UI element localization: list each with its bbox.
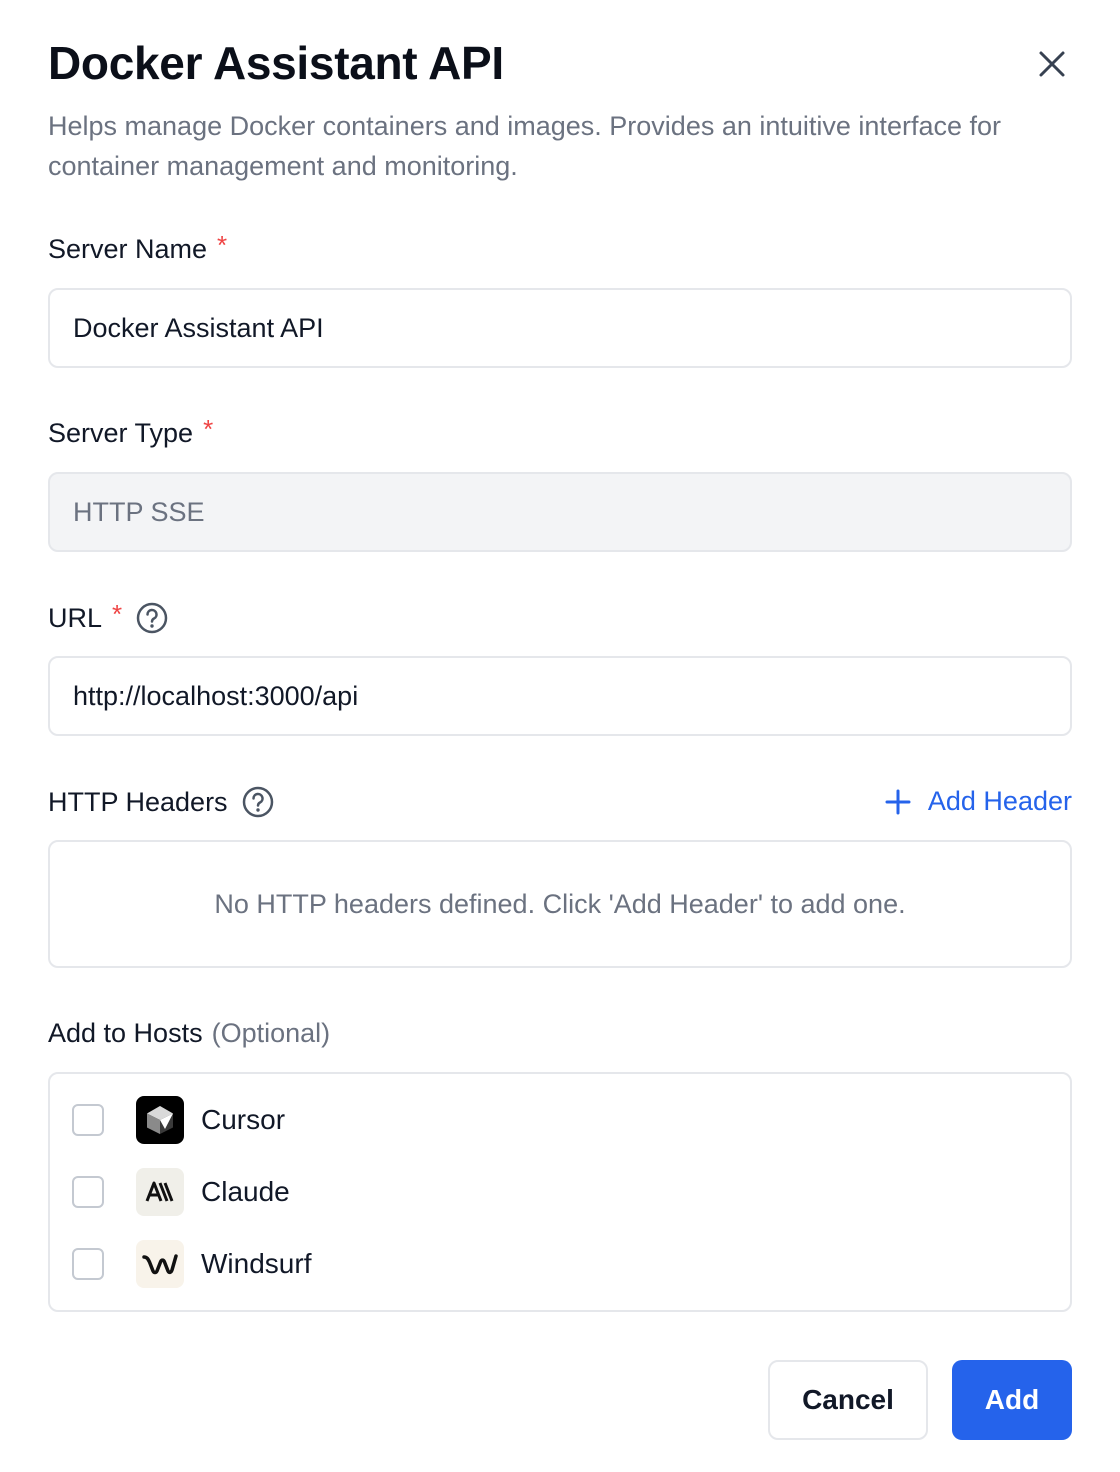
host-name-windsurf: Windsurf: [201, 1248, 312, 1279]
claude-icon: [136, 1168, 184, 1216]
host-name-cursor: Cursor: [201, 1104, 286, 1135]
dialog-description: Helps manage Docker containers and image…: [48, 111, 1001, 181]
server-name-label-group: Server Name *: [48, 230, 227, 265]
server-type-value: HTTP SSE: [73, 496, 205, 527]
add-button[interactable]: Add: [952, 1360, 1072, 1440]
server-type-field: HTTP SSE: [48, 472, 1072, 552]
url-label-group: URL *: [48, 598, 168, 634]
add-header-label: Add Header: [927, 786, 1072, 816]
help-icon[interactable]: [242, 786, 274, 818]
add-server-dialog: Docker Assistant API Helps manage Docker…: [0, 0, 1120, 1472]
required-marker: *: [203, 414, 214, 444]
hosts-list: Cursor Claude Windsurf: [48, 1072, 1072, 1312]
close-icon: [1039, 51, 1065, 77]
server-name-input[interactable]: Docker Assistant API: [48, 288, 1072, 368]
url-value: http://localhost:3000/api: [73, 680, 359, 711]
required-marker: *: [217, 230, 228, 260]
dialog-title: Docker Assistant API: [48, 37, 504, 89]
server-name-value: Docker Assistant API: [73, 312, 324, 343]
url-label: URL: [48, 602, 103, 633]
cancel-button[interactable]: Cancel: [768, 1360, 928, 1440]
plus-icon: [885, 789, 911, 814]
host-item-windsurf[interactable]: Windsurf: [72, 1240, 311, 1288]
add-header-button[interactable]: Add Header: [884, 786, 1072, 817]
required-marker: *: [112, 598, 123, 629]
windsurf-icon: [136, 1240, 184, 1288]
hosts-label: Add to Hosts: [48, 1018, 203, 1048]
host-checkbox-cursor[interactable]: [72, 1104, 104, 1136]
empty-state-text: No HTTP headers defined. Click 'Add Head…: [214, 888, 906, 919]
http-headers-label: HTTP Headers: [48, 786, 228, 817]
host-item-cursor[interactable]: Cursor: [72, 1096, 285, 1144]
host-checkbox-windsurf[interactable]: [72, 1248, 104, 1280]
host-name-claude: Claude: [201, 1176, 290, 1207]
cursor-icon: [136, 1096, 184, 1144]
server-name-label: Server Name: [48, 234, 208, 264]
host-checkbox-claude[interactable]: [72, 1176, 104, 1208]
help-icon[interactable]: [136, 602, 168, 634]
server-type-label: Server Type: [48, 418, 194, 448]
server-type-label-group: Server Type *: [48, 414, 213, 449]
close-button[interactable]: [1030, 42, 1074, 86]
hosts-label-group: Add to Hosts (Optional): [48, 1018, 330, 1049]
optional-hint: (Optional): [211, 1018, 331, 1048]
url-input[interactable]: http://localhost:3000/api: [48, 656, 1072, 736]
http-headers-empty-state: No HTTP headers defined. Click 'Add Head…: [48, 840, 1072, 968]
host-item-claude[interactable]: Claude: [72, 1168, 290, 1216]
http-headers-label-group: HTTP Headers: [48, 786, 274, 818]
